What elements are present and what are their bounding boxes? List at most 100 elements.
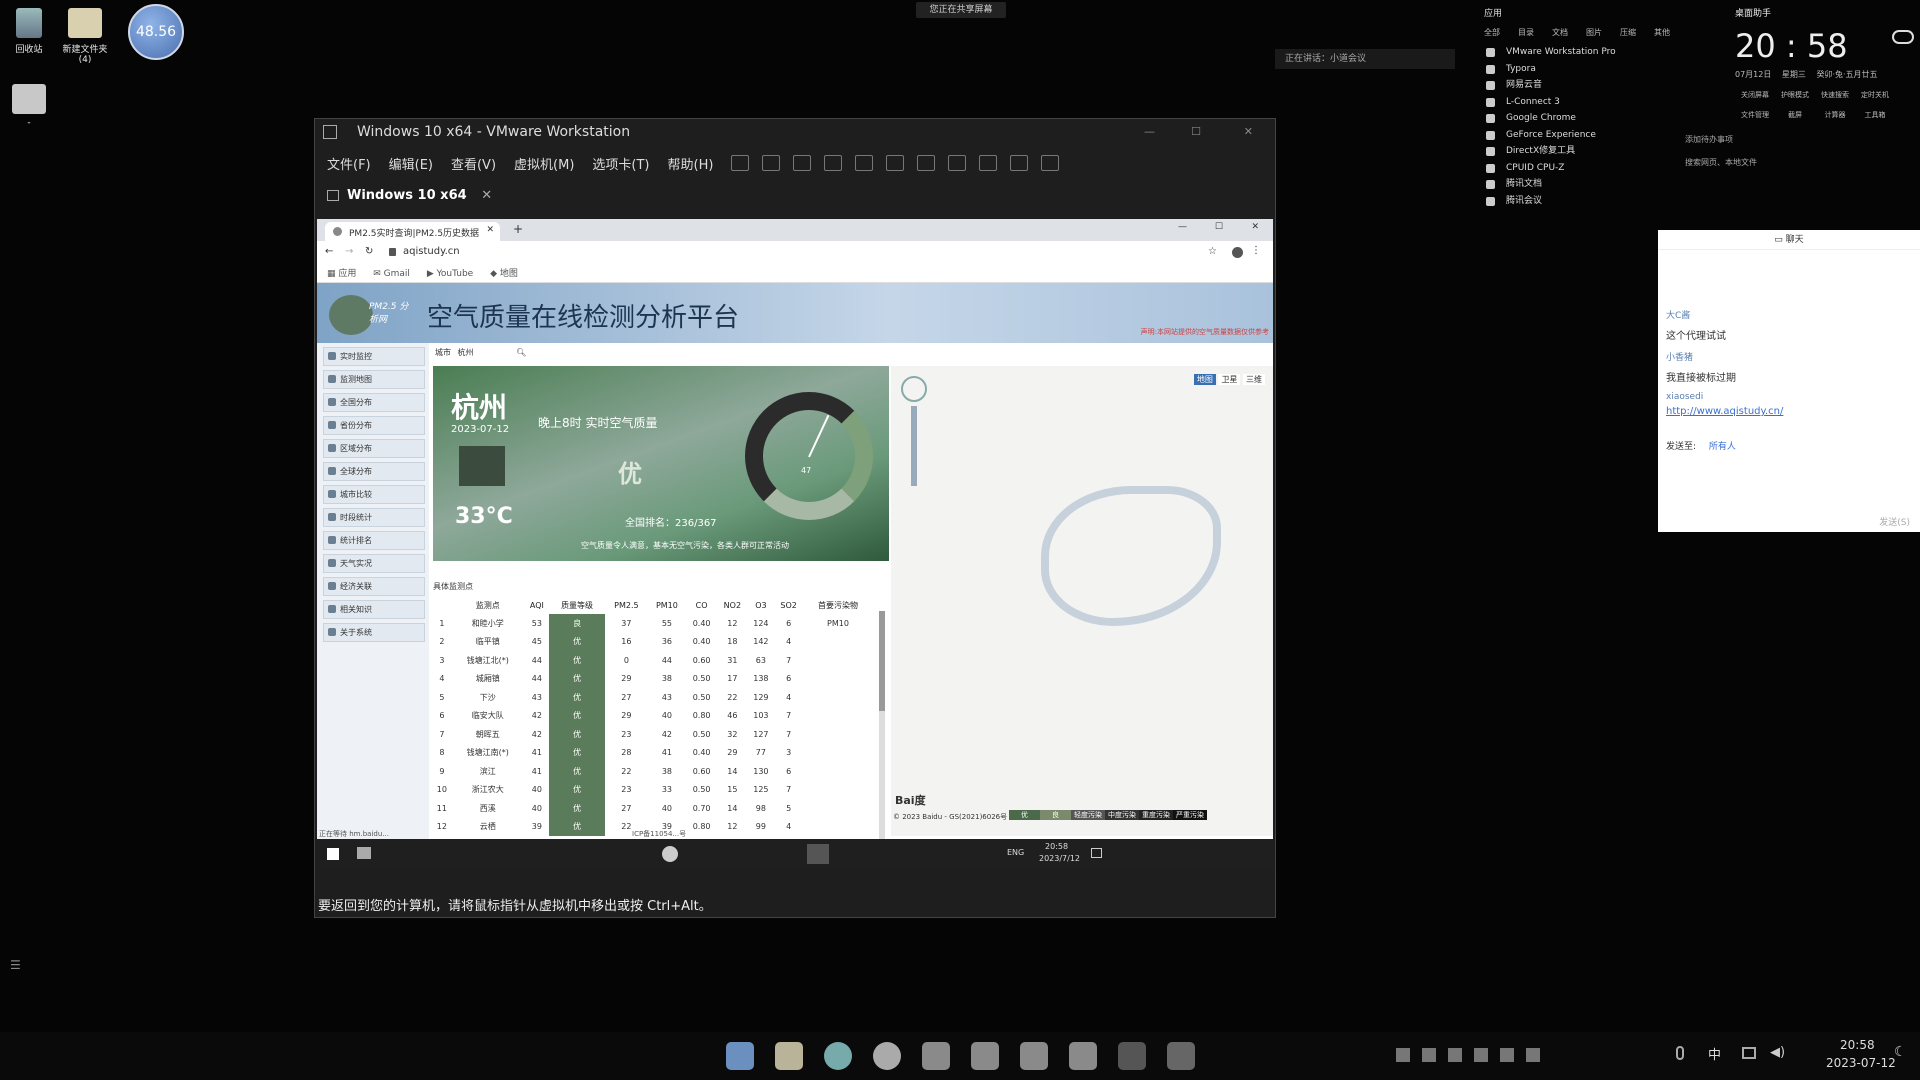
app-netease[interactable]: 网易云音 [1480,77,1700,94]
volume-icon[interactable]: ◀) [1770,1045,1785,1060]
star-icon[interactable]: ☆ [1208,246,1217,257]
apps-tab-images[interactable]: 图片 [1586,27,1602,38]
browser-tab[interactable]: PM2.5实时查询|PM2.5历史数据 ✕ [325,222,500,241]
table-row[interactable]: 5 下沙 43 优 27 43 0.50 22 129 4 [433,688,873,707]
app-vmware[interactable]: VMware Workstation Pro [1480,44,1700,61]
table-row[interactable]: 10 浙江农大 40 优 23 33 0.50 15 125 7 [433,780,873,799]
send-keys-icon[interactable] [762,155,781,171]
folder-2-icon[interactable]: - [0,84,64,128]
menu-help[interactable]: 帮助(H) [668,154,714,173]
sidebar-item-period[interactable]: 时段统计 [323,508,425,527]
shortcut-search[interactable]: 快速搜索 [1815,90,1855,100]
sidebar-item-about[interactable]: 关于系统 [323,623,425,642]
chat-titlebar[interactable]: ▭ 聊天 [1658,230,1920,250]
menu-tabs[interactable]: 选项卡(T) [592,154,649,173]
shortcut-eye-care[interactable]: 护眼模式 [1775,90,1815,100]
app-directx[interactable]: DirectX修复工具 [1480,143,1700,160]
snapshot-icon[interactable] [793,155,812,171]
microphone-icon[interactable] [1676,1046,1684,1060]
map-pan-control[interactable] [901,376,927,402]
side-handle-icon[interactable]: ☰ [10,958,21,972]
pause-icon[interactable] [731,155,750,171]
edge-icon[interactable] [824,1042,852,1070]
manage-snapshots-icon[interactable] [855,155,874,171]
menu-vm[interactable]: 虚拟机(M) [514,154,574,173]
search-hint[interactable]: 搜索网页、本地文件 [1685,157,1920,168]
tab-close-icon[interactable]: ✕ [486,225,494,235]
app-typora[interactable]: Typora [1480,61,1700,78]
apps-tab-dir[interactable]: 目录 [1518,27,1534,38]
vm-tab[interactable]: Windows 10 x64 ✕ [315,181,1275,211]
chrome-icon[interactable] [873,1042,901,1070]
bookmark-maps[interactable]: 地图 [500,269,518,279]
app-geforce[interactable]: GeForce Experience [1480,127,1700,144]
browser-menu-icon[interactable]: ⋮ [1251,245,1261,256]
console-icon[interactable] [1010,155,1029,171]
table-row[interactable]: 7 朝晖五 42 优 23 42 0.50 32 127 7 [433,725,873,744]
ime-indicator[interactable]: 中 [1708,1044,1721,1063]
apps-tab-zip[interactable]: 压缩 [1620,27,1636,38]
guest-vm-icon[interactable] [807,844,829,864]
table-row[interactable]: 11 西溪 40 优 27 40 0.70 14 98 5 [433,799,873,818]
vm-tab-close-icon[interactable]: ✕ [481,188,492,203]
fullscreen-icon[interactable] [948,155,967,171]
sidebar-item-economy[interactable]: 经济关联 [323,577,425,596]
sidebar-item-global[interactable]: 全球分布 [323,462,425,481]
send-to-select[interactable]: 所有人 [1709,442,1736,452]
map-type-satellite[interactable]: 卫星 [1218,374,1241,385]
table-row[interactable]: 3 钱塘江北(*) 44 优 0 44 0.60 31 63 7 [433,651,873,670]
app-lconnect[interactable]: L-Connect 3 [1480,94,1700,111]
shortcut-calculator[interactable]: 计算器 [1815,110,1855,120]
shortcut-files[interactable]: 文件管理 [1735,110,1775,120]
app-cpuz[interactable]: CPUID CPU-Z [1480,160,1700,177]
screen-share-banner[interactable]: 您正在共享屏幕 [916,2,1006,18]
unity-icon[interactable] [979,155,998,171]
stretch-icon[interactable] [1041,155,1060,171]
table-row[interactable]: 2 临平镇 45 优 16 36 0.40 18 142 4 [433,632,873,651]
table-scrollbar[interactable] [879,611,885,841]
apps-tab-docs[interactable]: 文档 [1552,27,1568,38]
shortcut-screenshot[interactable]: 截屏 [1775,110,1815,120]
chat-send-button[interactable]: 发送(S) [1879,515,1910,528]
tray-icon[interactable] [1526,1048,1540,1062]
sidebar-item-ranking[interactable]: 统计排名 [323,531,425,550]
tray-icon[interactable] [1448,1048,1462,1062]
tray-icon[interactable] [1474,1048,1488,1062]
forward-icon[interactable]: → [345,246,353,257]
sidebar-item-province[interactable]: 省份分布 [323,416,425,435]
shortcut-toolbox[interactable]: 工具箱 [1855,110,1895,120]
add-todo[interactable]: 添加待办事项 [1685,134,1920,145]
guest-explorer-icon[interactable] [357,847,371,859]
menu-file[interactable]: 文件(F) [327,154,371,173]
floating-clock-widget[interactable]: 48.56 [128,4,184,60]
guest-notification-icon[interactable] [1091,848,1102,858]
guest-screen[interactable]: PM2.5实时查询|PM2.5历史数据 ✕ + — ☐ ✕ ← → ↻ aqis… [317,219,1273,869]
table-row[interactable]: 6 临安大队 42 优 29 40 0.80 46 103 7 [433,706,873,725]
map-zoom-slider[interactable] [911,406,917,486]
menu-edit[interactable]: 编辑(E) [389,154,433,173]
notification-icon[interactable]: ☾ [1894,1044,1907,1060]
table-row[interactable]: 1 和睦小学 53 良 37 55 0.40 12 124 6 PM10 [433,614,873,633]
thumbnail-icon[interactable] [917,155,936,171]
vmware-taskbar-icon[interactable] [1167,1042,1195,1070]
back-icon[interactable]: ← [325,246,333,257]
url-input[interactable]: aqistudy.cn [403,246,460,257]
start-icon[interactable] [726,1042,754,1070]
table-row[interactable]: 9 滨江 41 优 22 38 0.60 14 130 6 [433,762,873,781]
sidebar-item-map[interactable]: 监测地图 [323,370,425,389]
browser-close-icon[interactable]: ✕ [1251,222,1259,232]
map-type-3d[interactable]: 三维 [1243,374,1265,385]
sidebar-item-weather[interactable]: 天气实况 [323,554,425,573]
bookmark-apps[interactable]: 应用 [338,269,356,279]
tray-icon[interactable] [1422,1048,1436,1062]
apps-tab-other[interactable]: 其他 [1654,27,1670,38]
search-icon[interactable]: 🔍︎ [516,348,526,357]
new-tab-icon[interactable]: + [513,222,523,236]
menu-view[interactable]: 查看(V) [451,154,496,173]
bookmark-youtube[interactable]: YouTube [437,269,474,279]
table-row[interactable]: 4 城厢镇 44 优 29 38 0.50 17 138 6 [433,669,873,688]
app-tencent-docs[interactable]: 腾讯文档 [1480,176,1700,193]
app-icon-8[interactable] [1069,1042,1097,1070]
guest-chrome-icon[interactable] [662,846,678,862]
reload-icon[interactable]: ↻ [365,246,373,257]
